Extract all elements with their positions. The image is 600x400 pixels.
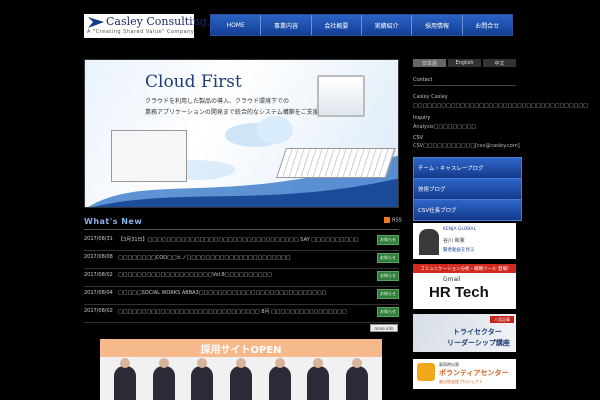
- sidebar-divider: [413, 85, 516, 86]
- logo-tagline: A "Creating Shared Value" Company: [87, 29, 195, 35]
- news-date: 2017/08/02: [84, 308, 113, 314]
- news-badge: お知らせ: [377, 253, 399, 263]
- nav-home[interactable]: HOME: [211, 15, 262, 35]
- kenja-banner[interactable]: KENJA GLOBAL 谷川 和憲 賢者動画を見る: [413, 223, 516, 259]
- kenja-name: 谷川 和憲: [443, 238, 465, 244]
- person-image: [307, 358, 330, 400]
- hrtech-tagline: コミュニケーション分析・戦略ツール 登場!: [413, 264, 516, 273]
- nav-company[interactable]: 会社概要: [311, 15, 362, 35]
- news-divider: [84, 229, 399, 230]
- news-text[interactable]: □□□□□□□□COO□□ヒノ□□□□□□□□□□□□□□□□□□□□□□: [118, 254, 358, 261]
- nav-recruit[interactable]: 採用情報: [412, 15, 463, 35]
- trisector-banner[interactable]: 人気記事 トライセクター リーダーシップ講座: [413, 314, 516, 352]
- monitor-image: [317, 75, 365, 117]
- hero-title: Cloud First: [145, 72, 242, 92]
- news-item[interactable]: 2017/08/04 □□□□□SOCIAL WORKS ABBA3□□□□□□…: [84, 287, 399, 305]
- sidebar-text: Analysis□□□□□□□□□: [413, 124, 477, 130]
- rss-link[interactable]: RSS: [384, 217, 402, 224]
- news-badge: お知らせ: [377, 271, 399, 281]
- news-text[interactable]: □□□□□□□□□□□□□□□□□□□□Vol.8□□□□□□□□□□: [118, 272, 358, 278]
- news-badge: お知らせ: [377, 289, 399, 299]
- kenja-portrait-image: [419, 229, 439, 255]
- rss-icon: [384, 217, 390, 223]
- news-item[interactable]: 2017/08/02 □□□□□□□□□□□□□□□□□□□□Vol.8□□□□…: [84, 269, 399, 287]
- person-image: [229, 358, 252, 400]
- hrtech-banner[interactable]: コミュニケーション分析・戦略ツール 登場! Gmail HR Tech: [413, 264, 516, 309]
- news-date: 2017/08/02: [84, 272, 113, 278]
- gmail-label: Gmail: [443, 276, 461, 283]
- news-badge: お知らせ: [377, 235, 399, 245]
- keyboard-image: [276, 148, 396, 178]
- blog-csv-button[interactable]: CSV社長ブログ: [413, 199, 522, 221]
- language-switcher: 日本語 English 中文: [413, 59, 516, 67]
- news-heading: What's New: [84, 217, 143, 226]
- news-badge: お知らせ: [377, 307, 399, 317]
- news-item[interactable]: 2017/08/08 □□□□□□□□COO□□ヒノ□□□□□□□□□□□□□□…: [84, 251, 399, 269]
- news-item[interactable]: 2017/08/02 □□□□□□□□□□□□□□□□□□□□□□□□□□□□□…: [84, 305, 399, 323]
- main-nav: HOME 事業内容 会社概要 実績紹介 採用情報 お問合せ: [210, 14, 513, 36]
- nav-business[interactable]: 事業内容: [261, 15, 312, 35]
- sidebar-heading: CSV: [413, 135, 424, 141]
- person-image: [152, 358, 175, 400]
- volunteer-banner[interactable]: 豪雨時災害 ボランティアセンター 被災地支援プロジェクト: [413, 359, 516, 389]
- lang-english[interactable]: English: [448, 59, 481, 67]
- blog-tech-button[interactable]: 技術ブログ: [413, 178, 522, 200]
- person-image: [345, 358, 368, 400]
- volunteer-title: ボランティアセンター: [439, 369, 509, 377]
- kenja-label: KENJA GLOBAL: [443, 227, 476, 232]
- blog-team-button[interactable]: チーム・キャスレーブログ: [413, 157, 522, 179]
- news-text[interactable]: □□□□□□□□□□□□□□□□□□□□□□□□□□□□□□ 8月 □□□□□□…: [118, 308, 358, 315]
- volunteer-sub: 被災地支援プロジェクト: [439, 379, 483, 384]
- news-text[interactable]: 【3月31日】□□□□□□□□□□□□□□□□□□□□□□□□□□□□□□□□ …: [118, 236, 358, 243]
- news-date: 2017/08/31: [84, 236, 113, 242]
- popular-badge: 人気記事: [490, 316, 514, 323]
- recruit-people-photo: [106, 358, 376, 400]
- recruit-banner[interactable]: 採用サイトOPEN: [100, 339, 382, 400]
- logo-mark-icon: [88, 17, 104, 28]
- person-image: [191, 358, 214, 400]
- more-info-button[interactable]: more info: [370, 324, 398, 332]
- news-text[interactable]: □□□□□SOCIAL WORKS ABBA3□□□□□□□□□□□□□□□□□…: [118, 290, 358, 296]
- sidebar-heading: Inquiry: [413, 115, 431, 121]
- volunteer-icon: [417, 363, 435, 381]
- sidebar-link[interactable]: CSV□□□□□□□□□□□[csv@casley.com]: [413, 143, 520, 149]
- sidebar-text: □□□□□□□□□□□□□□□□□□□□□□□□□□□□□□□□□□□□□: [413, 103, 588, 109]
- news-date: 2017/08/04: [84, 290, 113, 296]
- hero-line-1: クラウドを利用した製品の導入、クラウド環境下での: [145, 98, 290, 105]
- news-date: 2017/08/08: [84, 254, 113, 260]
- trisector-line-1: トライセクター: [453, 328, 502, 336]
- app-screenshot-image: [111, 130, 187, 182]
- company-logo[interactable]: Casley Consulting, Inc. A "Creating Shar…: [84, 14, 235, 38]
- person-image: [268, 358, 291, 400]
- recruit-title: 採用サイトOPEN: [100, 339, 382, 357]
- lang-chinese[interactable]: 中文: [483, 59, 516, 67]
- sidebar-text: Casley Casley: [413, 94, 448, 100]
- nav-works[interactable]: 実績紹介: [361, 15, 413, 35]
- kenja-link: 賢者動画を見る: [443, 248, 475, 253]
- person-image: [114, 358, 137, 400]
- sidebar-heading: Contact: [413, 77, 433, 83]
- hrtech-title: HR Tech: [429, 284, 489, 301]
- rss-label: RSS: [392, 217, 402, 224]
- hero-banner[interactable]: Cloud First クラウドを利用した製品の導入、クラウド環境下での 業務ア…: [84, 59, 399, 208]
- news-item[interactable]: 2017/08/31 【3月31日】□□□□□□□□□□□□□□□□□□□□□□…: [84, 233, 399, 251]
- lang-japanese[interactable]: 日本語: [413, 59, 446, 67]
- nav-contact[interactable]: お問合せ: [462, 15, 512, 35]
- trisector-line-2: リーダーシップ講座: [447, 339, 510, 347]
